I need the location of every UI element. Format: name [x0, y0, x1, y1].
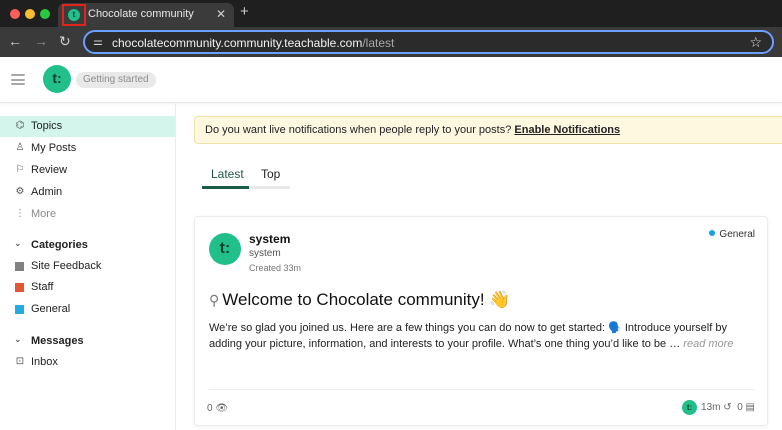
lock-category-swatch	[15, 283, 24, 292]
wrench-icon: ⚙	[15, 186, 25, 197]
url-path: /latest	[362, 36, 395, 50]
activity-age[interactable]: 13m	[701, 402, 720, 413]
layers-icon: ⌬	[15, 120, 25, 131]
site-settings-icon[interactable]: ⚌	[93, 35, 103, 48]
post-card[interactable]: t: system system Created 33m General ⚲ We…	[194, 216, 768, 426]
sidebar-item-label: Site Feedback	[31, 260, 102, 272]
sidebar-item-inbox[interactable]: ⊡ Inbox	[0, 352, 175, 373]
reply-count: 0	[737, 402, 743, 414]
tab-top[interactable]: Top	[261, 167, 280, 181]
post-title[interactable]: ⚲ Welcome to Chocolate community! 👋	[209, 290, 511, 310]
flag-icon: ⚐	[15, 164, 25, 175]
avatar[interactable]: t:	[682, 400, 698, 415]
category-color-swatch	[15, 305, 24, 314]
sidebar-item-label: Admin	[31, 186, 63, 198]
sidebar-item-site-feedback[interactable]: Site Feedback	[0, 256, 175, 277]
pin-icon: ⚲	[209, 292, 220, 308]
address-bar: ← → ↻ ⚌ chocolatecommunity.community.tea…	[0, 27, 782, 57]
post-excerpt: We’re so glad you joined us. Here are a …	[209, 320, 749, 352]
tab-latest-label: Latest	[211, 167, 244, 181]
new-tab-icon[interactable]: +	[240, 4, 249, 20]
site-header: t: Getting started	[0, 57, 782, 103]
categories-heading: Categories	[31, 239, 88, 251]
category-label: General	[719, 229, 755, 240]
created-time: Created 33m	[249, 263, 302, 273]
notification-text: Do you want live notifications when peop…	[205, 124, 512, 136]
sidebar-item-general[interactable]: General	[0, 299, 175, 320]
sidebar-item-topics[interactable]: ⌬ Topics	[0, 116, 175, 137]
tab-latest[interactable]: Latest	[202, 163, 249, 189]
sidebar-item-staff[interactable]: Staff	[0, 277, 175, 298]
messages-toggle[interactable]: ⌄ Messages	[0, 331, 175, 351]
tab-favicon-icon: t	[68, 9, 80, 21]
category-badge[interactable]: General	[709, 229, 755, 240]
more-vertical-icon: ⋮	[15, 208, 25, 219]
minimize-window-button[interactable]	[25, 9, 35, 19]
wave-emoji-icon: 👋	[489, 290, 511, 309]
sidebar-item-more[interactable]: ⋮ More	[0, 204, 175, 225]
inbox-icon: ⊡	[15, 356, 25, 367]
url-input[interactable]: ⚌ chocolatecommunity.community.teachable…	[83, 30, 774, 54]
hamburger-menu-icon[interactable]	[11, 74, 25, 85]
sidebar-item-label: My Posts	[31, 142, 77, 154]
view-count: 0 👁	[207, 403, 228, 414]
card-divider	[209, 389, 755, 390]
comment-icon: ▤	[745, 402, 755, 414]
getting-started-button[interactable]: Getting started	[76, 72, 156, 88]
eye-icon: 👁	[215, 403, 229, 414]
sidebar-item-label: Topics	[31, 120, 63, 132]
history-icon: ↺	[723, 402, 732, 414]
browser-tab[interactable]: t Chocolate community ✕	[58, 3, 234, 27]
categories-toggle[interactable]: ⌄ Categories	[0, 235, 175, 255]
url-host: chocolatecommunity.community.teachable.c…	[112, 36, 363, 50]
post-title-text: Welcome to Chocolate community!	[222, 290, 485, 309]
author-handle: system	[249, 248, 281, 259]
sidebar-item-label: Inbox	[31, 356, 58, 368]
browser-tab-bar: t Chocolate community ✕ +	[0, 0, 782, 27]
tab-title: Chocolate community	[88, 8, 194, 20]
post-activity: t: 13m ↺ 0 ▤	[682, 400, 755, 415]
sidebar-item-admin[interactable]: ⚙ Admin	[0, 182, 175, 203]
category-color-swatch	[15, 262, 24, 271]
author-name[interactable]: system	[249, 232, 290, 246]
forward-arrow-icon[interactable]: →	[34, 33, 48, 49]
enable-notifications-link[interactable]: Enable Notifications	[514, 124, 620, 136]
sidebar-item-label: More	[31, 208, 57, 220]
sidebar: ⌬ Topics ♙ My Posts ⚐ Review ⚙ Admin ⋮ M…	[0, 103, 176, 430]
category-dot-icon	[709, 230, 716, 236]
sidebar-item-my-posts[interactable]: ♙ My Posts	[0, 138, 175, 159]
maximize-window-button[interactable]	[40, 9, 50, 19]
url-text: chocolatecommunity.community.teachable.c…	[112, 36, 394, 50]
chevron-down-icon: ⌄	[14, 238, 22, 248]
bookmark-star-icon[interactable]: ☆	[749, 34, 762, 51]
close-window-button[interactable]	[10, 9, 20, 19]
messages-heading: Messages	[31, 335, 84, 347]
user-icon: ♙	[15, 142, 25, 153]
sidebar-item-label: Staff	[31, 281, 54, 293]
sidebar-item-label: Review	[31, 164, 68, 176]
view-count-value: 0	[207, 403, 213, 414]
site-logo[interactable]: t:	[43, 65, 71, 93]
reload-icon[interactable]: ↻	[59, 33, 71, 49]
sidebar-item-label: General	[31, 303, 71, 315]
back-arrow-icon[interactable]: ←	[8, 33, 22, 49]
read-more-link[interactable]: read more	[683, 338, 733, 350]
sidebar-item-review[interactable]: ⚐ Review	[0, 160, 175, 181]
post-excerpt-text: We’re so glad you joined us. Here are a …	[209, 322, 727, 350]
notification-banner: Do you want live notifications when peop…	[194, 116, 782, 144]
topic-tabs: Latest Top	[202, 163, 290, 189]
avatar[interactable]: t:	[209, 233, 241, 265]
chevron-down-icon: ⌄	[14, 334, 22, 344]
favicon-highlight: t	[62, 4, 86, 26]
tab-close-icon[interactable]: ✕	[216, 7, 226, 21]
